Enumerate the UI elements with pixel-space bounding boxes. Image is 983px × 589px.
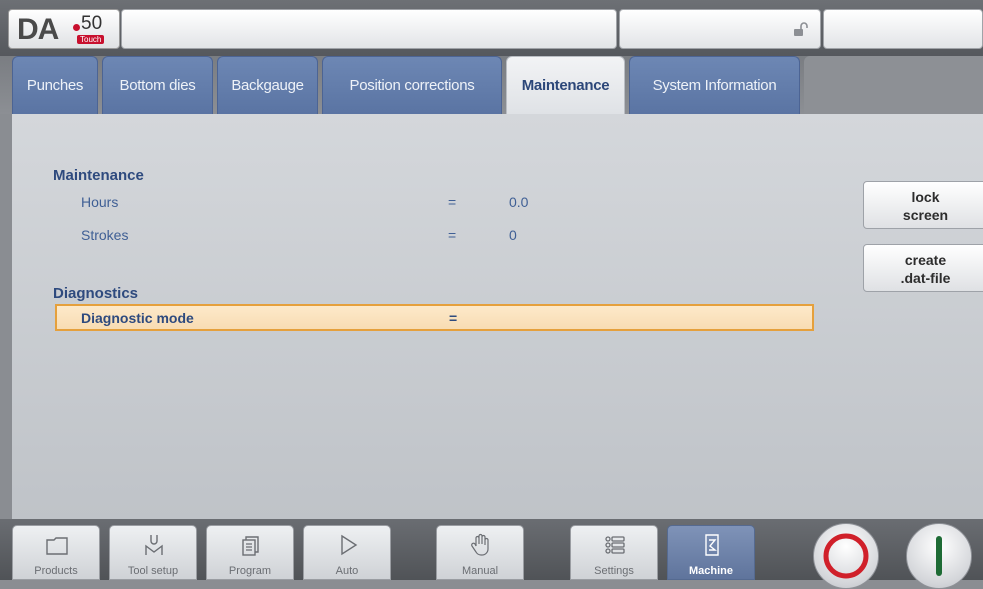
nav-tool-setup[interactable]: Tool setup — [109, 525, 197, 580]
tab-bar: Punches Bottom dies Backgauge Position c… — [0, 56, 983, 114]
folder-icon — [46, 537, 68, 555]
nav-auto-label: Auto — [335, 565, 359, 577]
status-field[interactable] — [823, 9, 983, 49]
stop-button[interactable] — [813, 523, 879, 589]
bottom-nav-bar: Products Tool setup Program Auto Manual — [0, 519, 983, 589]
tab-system-information[interactable]: System Information — [629, 56, 800, 114]
create-dat-file-button[interactable]: create .dat-file — [863, 244, 983, 292]
hours-value: 0.0 — [509, 194, 529, 210]
diagnostic-mode-equals: = — [449, 310, 458, 326]
unlock-icon[interactable] — [792, 21, 808, 37]
start-button[interactable] — [906, 523, 972, 589]
nav-manual[interactable]: Manual — [436, 525, 524, 580]
lock-status-field[interactable] — [619, 9, 821, 49]
maintenance-section-title: Maintenance — [53, 167, 144, 184]
nav-machine[interactable]: Machine — [667, 525, 755, 580]
tab-punches[interactable]: Punches — [12, 56, 98, 114]
top-bar: DA 50 Touch — [0, 0, 983, 56]
tab-maintenance[interactable]: Maintenance — [506, 56, 625, 114]
logo-touch: Touch — [77, 35, 105, 44]
program-icon — [242, 536, 259, 556]
start-icon — [936, 536, 942, 576]
tab-bottom-dies[interactable]: Bottom dies — [102, 56, 213, 114]
nav-auto[interactable]: Auto — [303, 525, 391, 580]
diagnostic-mode-row[interactable]: Diagnostic mode = — [55, 304, 814, 331]
product-info-field[interactable] — [121, 9, 617, 49]
nav-tool-setup-label: Tool setup — [127, 565, 179, 577]
nav-program[interactable]: Program — [206, 525, 294, 580]
nav-settings-label: Settings — [594, 565, 634, 577]
diagnostic-mode-label: Diagnostic mode — [81, 310, 194, 326]
strokes-equals: = — [448, 227, 457, 243]
settings-list-icon — [605, 536, 625, 554]
nav-products-label: Products — [34, 565, 78, 577]
logo-model: 50 — [81, 13, 103, 34]
strokes-value: 0 — [509, 227, 517, 243]
nav-machine-label: Machine — [688, 565, 733, 577]
logo-dot — [73, 24, 80, 31]
hours-equals: = — [448, 194, 457, 210]
tab-bar-filler — [804, 56, 983, 114]
hours-label: Hours — [81, 194, 119, 210]
maintenance-panel: Maintenance Hours = 0.0 Strokes = 0 Diag… — [12, 114, 983, 519]
stop-icon — [823, 533, 869, 579]
nav-manual-label: Manual — [461, 565, 499, 577]
diagnostics-section-title: Diagnostics — [53, 285, 139, 302]
tab-backgauge[interactable]: Backgauge — [217, 56, 318, 114]
nav-products[interactable]: Products — [12, 525, 100, 580]
nav-program-label: Program — [228, 565, 272, 577]
hand-icon — [471, 533, 489, 556]
play-icon — [341, 534, 358, 556]
logo-brand: DA — [17, 13, 59, 46]
machine-icon — [705, 534, 719, 556]
strokes-label: Strokes — [81, 227, 129, 243]
tool-setup-icon — [145, 535, 163, 555]
nav-settings[interactable]: Settings — [570, 525, 658, 580]
tab-position-corrections[interactable]: Position corrections — [322, 56, 502, 114]
da50-logo: DA 50 Touch — [8, 9, 120, 49]
lock-screen-button[interactable]: lock screen — [863, 181, 983, 229]
